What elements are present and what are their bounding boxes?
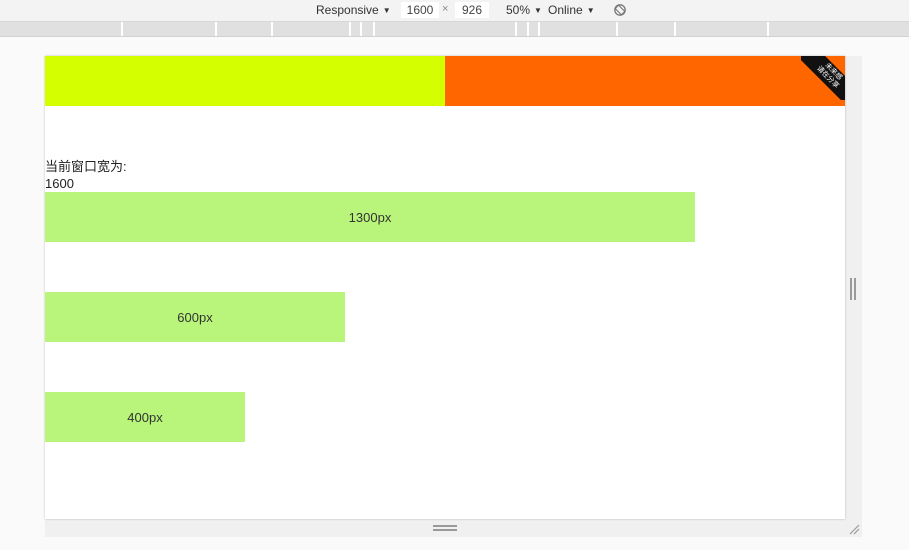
ruler-tick[interactable] (121, 22, 123, 36)
ruler-tick[interactable] (767, 22, 769, 36)
caret-down-icon: ▼ (382, 6, 391, 15)
box-label: 400px (127, 409, 163, 425)
header-left-block (45, 56, 445, 106)
ruler-tick[interactable] (527, 22, 529, 36)
box-label: 600px (177, 309, 213, 325)
device-mode-label: Responsive (316, 3, 379, 17)
box-label: 1300px (348, 209, 392, 225)
box-1300: 1300px (45, 192, 695, 242)
throttle-dropdown[interactable]: Online ▼ (548, 3, 595, 18)
ruler-tick[interactable] (515, 22, 517, 36)
ruler-tick[interactable] (360, 22, 362, 36)
ruler-tick[interactable] (538, 22, 540, 36)
device-viewport: 未来感 请在分享 当前窗口宽为: 1600 1300px 600px 400px (45, 56, 845, 519)
window-width-label: 当前窗口宽为: (45, 159, 127, 174)
ribbon-badge: 未来感 请在分享 (801, 56, 845, 100)
device-toolbar: Responsive ▼ 1600 × 926 50% ▼ Online ▼ (0, 0, 909, 22)
ruler-tick[interactable] (349, 22, 351, 36)
ruler-tick[interactable] (674, 22, 676, 36)
box-600: 600px (45, 292, 345, 342)
bottom-resize-handle[interactable] (433, 525, 457, 532)
ruler-tick[interactable] (373, 22, 375, 36)
media-query-ruler[interactable] (0, 22, 909, 37)
box-400: 400px (45, 392, 245, 442)
height-input[interactable]: 926 (455, 2, 489, 18)
corner-ribbon[interactable]: 未来感 请在分享 (801, 56, 845, 100)
caret-down-icon: ▼ (586, 6, 595, 15)
device-mode-dropdown[interactable]: Responsive ▼ (316, 3, 391, 18)
corner-resize-icon[interactable] (848, 523, 860, 535)
throttle-label: Online (548, 3, 583, 17)
ruler-tick[interactable] (215, 22, 217, 36)
zoom-dropdown[interactable]: 50% ▼ (506, 3, 542, 18)
ruler-tick[interactable] (271, 22, 273, 36)
zoom-label: 50% (506, 3, 531, 17)
width-input[interactable]: 1600 (401, 2, 439, 18)
rotate-icon[interactable] (613, 3, 627, 17)
caret-down-icon: ▼ (534, 6, 542, 15)
header-right-block: 未来感 请在分享 (445, 56, 845, 106)
times-icon: × (442, 3, 449, 15)
ruler-tick[interactable] (616, 22, 618, 36)
right-resize-handle[interactable] (849, 278, 857, 300)
window-width-value: 1600 (45, 176, 74, 191)
